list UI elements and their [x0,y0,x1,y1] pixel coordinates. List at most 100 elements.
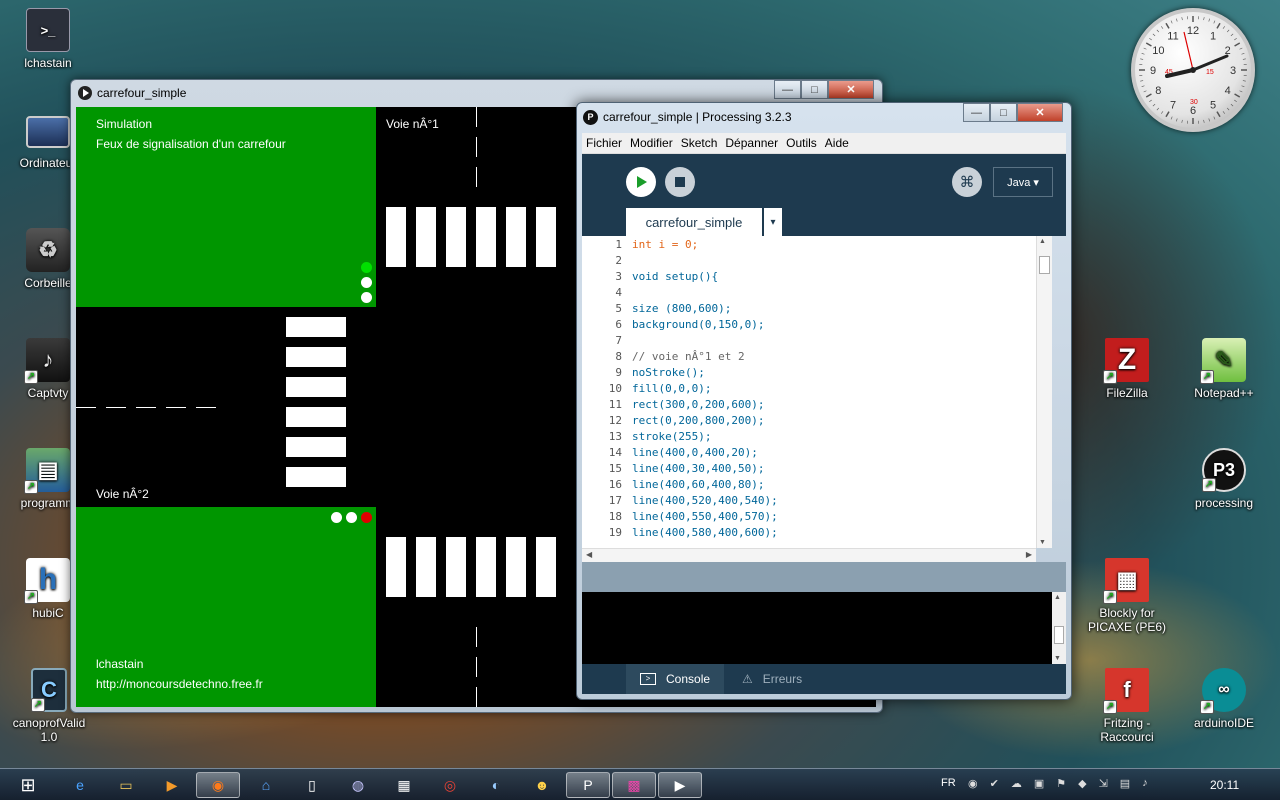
processing-window[interactable]: P carrefour_simple | Processing 3.2.3 — … [576,102,1072,700]
scroll-thumb[interactable] [1039,256,1050,274]
code-line[interactable]: 14 line(400,0,400,20); [582,446,1042,462]
menu-fichier[interactable]: Fichier [582,136,626,150]
explorer-icon[interactable]: ▭ [104,772,148,798]
eclipse-icon[interactable]: ◍ [336,772,380,798]
desktop-icon-processing[interactable]: P3 ↗ processing [1186,448,1262,510]
code-line[interactable]: 18 line(400,550,400,570); [582,510,1042,526]
scroll-right-icon[interactable]: ▶ [1026,550,1032,559]
gimp-icon[interactable]: ◐ [474,772,518,798]
clock-tick [1208,118,1210,122]
desktop-icon-blockly[interactable]: ▦ ↗ Blockly for PICAXE (PE6) [1085,558,1169,634]
tab-menu-button[interactable]: ▾ [764,208,782,236]
desktop-icon-lchastain[interactable]: >_ lchastain [10,8,86,70]
clock-time[interactable]: 20:11 [1210,778,1239,792]
clock-tick [1242,80,1246,82]
windows-start-icon[interactable]: ⊞ [6,772,50,798]
tab-erreurs[interactable]: ⚠ Erreurs [728,664,816,694]
code-line[interactable]: 6 background(0,150,0); [582,318,1042,334]
scroll-down-icon[interactable]: ▼ [1054,655,1061,662]
scroll-left-icon[interactable]: ◀ [586,550,592,559]
code-line[interactable]: 13 stroke(255); [582,430,1042,446]
processing-icon[interactable]: P [566,772,610,798]
console-scrollbar[interactable]: ▲ ▼ [1052,592,1066,664]
shield-icon[interactable]: ◆ [1078,777,1086,793]
code-line[interactable]: 12 rect(0,200,800,200); [582,414,1042,430]
close-button[interactable]: ✕ [828,80,874,99]
network-icon[interactable]: ⌂ [244,772,288,798]
code-text: fill(0,0,0); [632,382,712,395]
menu-aide[interactable]: Aide [821,136,853,150]
app-tray-icon[interactable]: ▣ [1034,777,1044,793]
cloud-icon[interactable]: ☁ [1011,777,1022,793]
clock-tick [1242,58,1246,60]
code-line[interactable]: 8 // voie nÂ°1 et 2 [582,350,1042,366]
menu-outils[interactable]: Outils [782,136,821,150]
crosswalk-stripe-top [386,207,406,267]
code-line[interactable]: 11 rect(300,0,200,600); [582,398,1042,414]
media-player-icon[interactable]: ▶ [150,772,194,798]
code-text: noStroke(); [632,366,705,379]
sync-icon[interactable]: ✔ [990,777,999,793]
firefox-icon[interactable]: ◉ [196,772,240,798]
lane-dash-top [476,137,477,157]
close-button[interactable]: ✕ [1017,103,1063,122]
editor-horizontal-scrollbar[interactable]: ◀ ▶ [582,548,1036,562]
cd-icon[interactable]: ◉ [968,777,978,793]
desktop-icon-notepadpp[interactable]: ✎ ↗ Notepad++ [1186,338,1262,400]
language-indicator[interactable]: FR [941,777,956,789]
volume-icon[interactable]: ♪ [1142,777,1148,793]
stop-button[interactable] [665,167,695,197]
java-app-icon[interactable]: ▶ [658,772,702,798]
tab-console[interactable]: > Console [626,664,725,694]
clock-gadget[interactable]: 12 1 2 3 4 5 6 7 8 9 10 11 15 30 45 [1131,8,1255,132]
menu-modifier[interactable]: Modifier [626,136,677,150]
code-line[interactable]: 3 void setup(){ [582,270,1042,286]
code-editor[interactable]: 1 int i = 0; 2 3 void setup(){4 5 size (800,60… [582,236,1052,548]
ie-icon[interactable]: e [58,772,102,798]
network-tray-icon[interactable]: ▤ [1120,777,1130,793]
menu-sketch[interactable]: Sketch [677,136,722,150]
scroll-up-icon[interactable]: ▲ [1039,238,1046,245]
paint-icon[interactable]: ▩ [612,772,656,798]
play-icon [637,176,647,188]
line-number: 7 [615,334,622,347]
desktop-icon-filezilla[interactable]: Z ↗ FileZilla [1089,338,1165,400]
code-line[interactable]: 16 line(400,60,400,80); [582,478,1042,494]
code-line[interactable]: 4 [582,286,1042,302]
mode-selector[interactable]: Java ▾ [993,167,1053,197]
code-line[interactable]: 15 line(400,30,400,50); [582,462,1042,478]
minimize-button[interactable]: — [774,80,801,99]
processing-icon: P3 ↗ [1202,448,1246,492]
code-line[interactable]: 10 fill(0,0,0); [582,382,1042,398]
desktop-icon-arduino[interactable]: ∞ ↗ arduinoIDE [1186,668,1262,730]
clock-tick [1149,99,1152,102]
flag-icon[interactable]: ⚑ [1056,777,1066,793]
shell-icon[interactable]: ☻ [520,772,564,798]
console-output[interactable] [582,592,1052,664]
code-line[interactable]: 9 noStroke(); [582,366,1042,382]
code-line[interactable]: 2 [582,254,1042,270]
desktop-icon-fritzing[interactable]: f ↗ Fritzing - Raccourci [1085,668,1169,744]
chrome-icon[interactable]: ◎ [428,772,472,798]
code-line[interactable]: 5 size (800,600); [582,302,1042,318]
usb-icon[interactable]: ⇲ [1099,777,1108,793]
calculator-icon[interactable]: ▦ [382,772,426,798]
minimize-button[interactable]: — [963,103,990,122]
maximize-button[interactable]: □ [801,80,828,99]
menu-depanner[interactable]: Dépanner [721,136,782,150]
code-text: void setup(){ [632,270,719,283]
window-controls: — □ ✕ [774,80,874,99]
tab-carrefour-simple[interactable]: carrefour_simple [626,208,762,236]
code-line[interactable]: 1 int i = 0; [582,238,1042,254]
editor-vertical-scrollbar[interactable]: ▲ ▼ [1036,236,1052,548]
code-line[interactable]: 7 [582,334,1042,350]
maximize-button[interactable]: □ [990,103,1017,122]
code-line[interactable]: 17 line(400,520,400,540); [582,494,1042,510]
run-button[interactable] [626,167,656,197]
scroll-up-icon[interactable]: ▲ [1054,594,1061,601]
scroll-down-icon[interactable]: ▼ [1039,539,1046,546]
debugger-button[interactable]: ⌘ [952,167,982,197]
scroll-thumb[interactable] [1054,626,1064,644]
document-icon[interactable]: ▯ [290,772,334,798]
code-line[interactable]: 19 line(400,580,400,600); [582,526,1042,542]
